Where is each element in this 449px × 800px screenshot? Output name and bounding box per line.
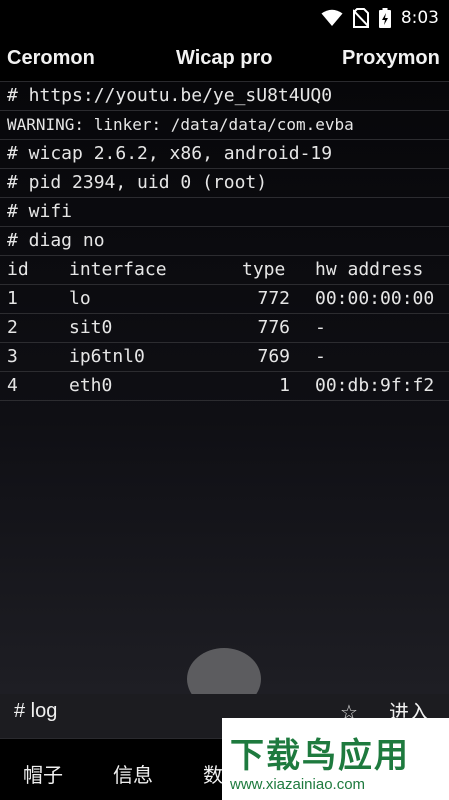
console-line: # pid 2394, uid 0 (root) [0,169,449,198]
column-header-id: id [7,259,29,280]
tab-proxymon[interactable]: Proxymon [342,47,440,70]
console-line-warning: WARNING: linker: /data/data/com.evba [0,111,449,140]
tab-data[interactable]: 数 [203,759,223,788]
app-header: Ceromon Wicap pro Proxymon [0,36,449,82]
console-line: # wicap 2.6.2, x86, android-19 [0,140,449,169]
console-line: # https://youtu.be/ye_sU8t4UQ0 [0,82,449,111]
row-id: 4 [7,375,18,396]
row-hw-address: - [315,346,326,367]
row-type: 1 [279,375,290,396]
row-interface: eth0 [69,375,113,396]
console-line: # wifi [0,198,449,227]
row-type: 776 [257,317,290,338]
table-header: id interface type hw address [0,256,449,285]
row-id: 2 [7,317,18,338]
row-interface: ip6tnl0 [69,346,145,367]
row-hw-address: 00:db:9f:f2 [315,375,435,396]
column-header-interface: interface [69,259,167,280]
no-sim-icon [352,8,369,28]
clock: 8:03 [400,8,439,28]
table-row[interactable]: 4 eth0 1 00:db:9f:f2 [0,372,449,401]
row-hw-address: 00:00:00:00 [315,288,435,309]
watermark-logo: 下载鸟应用 www.xiazainiao.com [222,718,449,800]
watermark-title: 下载鸟应用 [230,736,410,776]
row-interface: lo [69,288,91,309]
table-row[interactable]: 2 sit0 776 - [0,314,449,343]
battery-charging-icon [378,8,391,28]
row-type: 772 [257,288,290,309]
console-line: # diag no [0,227,449,256]
tab-info[interactable]: 信息 [113,759,153,788]
log-label[interactable]: # log [14,700,57,723]
table-row[interactable]: 1 lo 772 00:00:00:00 [0,285,449,314]
wifi-icon [321,9,343,26]
tab-hat[interactable]: 帽子 [23,759,63,788]
status-bar: 8:03 [0,0,449,36]
column-header-type: type [242,259,286,280]
row-hw-address: - [315,317,326,338]
row-type: 769 [257,346,290,367]
console-output[interactable]: # https://youtu.be/ye_sU8t4UQ0 WARNING: … [0,82,449,694]
row-interface: sit0 [69,317,113,338]
watermark-url: www.xiazainiao.com [230,776,366,793]
tab-ceromon[interactable]: Ceromon [7,47,95,70]
column-header-hw-address: hw address [315,259,424,280]
row-id: 3 [7,346,18,367]
row-id: 1 [7,288,18,309]
tab-wicap-pro[interactable]: Wicap pro [176,47,273,70]
table-row[interactable]: 3 ip6tnl0 769 - [0,343,449,372]
